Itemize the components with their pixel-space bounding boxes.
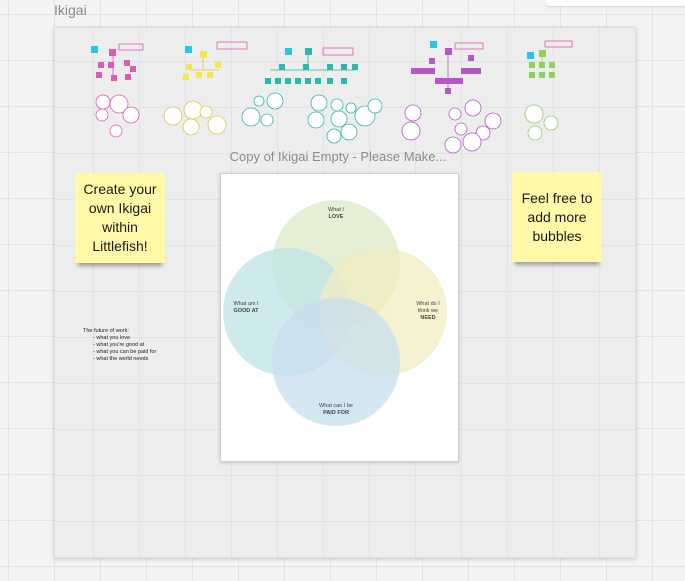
- venn-label-good: What am I GOOD AT: [233, 301, 259, 314]
- org-chart-green[interactable]: [527, 40, 573, 78]
- ikigai-frame[interactable]: Copy of Ikigai Empty - Please Make... Cr…: [54, 27, 636, 558]
- note-item: what you're good at: [93, 342, 156, 349]
- venn-label-love: What I LOVE: [328, 207, 344, 220]
- sticky-note-right[interactable]: Feel free to add more bubbles: [512, 172, 602, 262]
- org-chart-yellow[interactable]: [183, 41, 248, 80]
- top-toolbar[interactable]: [546, 0, 685, 6]
- bubbles-yellow[interactable]: [163, 100, 227, 136]
- bubbles-purple[interactable]: [401, 99, 502, 154]
- frame-title[interactable]: Ikigai: [54, 2, 87, 18]
- org-chart-teal[interactable]: [265, 47, 358, 84]
- bubbles-teal-2[interactable]: [307, 94, 383, 144]
- bubbles-pink[interactable]: [95, 94, 140, 138]
- note-heading: The future of work:: [83, 328, 129, 334]
- sticky-note-left-text: Create your own Ikigai within Littlefish…: [83, 181, 157, 254]
- bubbles-green[interactable]: [524, 104, 559, 141]
- note-list: what you love what you're good at what y…: [83, 335, 156, 363]
- note-item: what you love: [93, 335, 156, 342]
- board-title[interactable]: Copy of Ikigai Empty - Please Make...: [218, 149, 458, 164]
- ikigai-board[interactable]: What I LOVE What am I GOOD AT What do Ithi…: [220, 173, 459, 462]
- org-chart-pink[interactable]: [91, 43, 144, 81]
- bubbles-teal[interactable]: [241, 92, 284, 127]
- future-of-work-note[interactable]: The future of work: what you love what y…: [83, 328, 156, 363]
- venn-label-need: What do Ithink we NEED: [416, 301, 440, 321]
- template-thumbnails: [91, 40, 573, 154]
- note-item: what the world needs: [93, 356, 156, 363]
- sticky-note-right-text: Feel free to add more bubbles: [521, 189, 593, 244]
- org-chart-purple[interactable]: [411, 41, 484, 94]
- note-item: what you can be paid for: [93, 349, 156, 356]
- venn-label-paid: What can I be PAID FOR: [319, 403, 353, 416]
- sticky-note-left[interactable]: Create your own Ikigai within Littlefish…: [75, 173, 165, 263]
